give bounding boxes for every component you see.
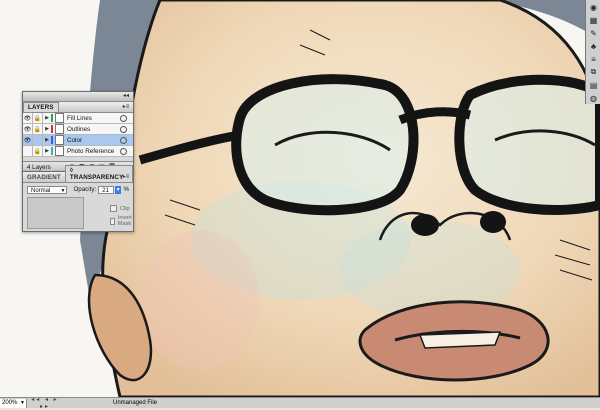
opacity-mask-preview[interactable] xyxy=(27,197,84,229)
disclosure-triangle-icon[interactable]: ▶ xyxy=(43,115,51,121)
layer-name: Photo Reference xyxy=(67,147,115,155)
swatches-icon[interactable]: ▦ xyxy=(587,14,600,26)
disclosure-triangle-icon[interactable]: ▶ xyxy=(43,148,51,154)
align-icon[interactable]: ▤ xyxy=(587,79,600,91)
layer-thumbnail xyxy=(55,113,64,123)
document-status: Unmanaged File xyxy=(113,400,158,406)
transparency-panel: GRADIENT ◊ TRANSPARENCY ▸≡ Normal ▼ Opac… xyxy=(22,165,134,232)
checkbox-icon xyxy=(110,205,117,212)
blend-row: Normal ▼ Opacity: 21 ▼ % xyxy=(23,183,133,196)
invert-mask-label: Invert Mask xyxy=(117,215,132,227)
layer-row-fill-lines[interactable]: 👁 🔒 ▶ Fill Lines xyxy=(23,113,133,124)
layer-thumbnail xyxy=(55,135,64,145)
layer-color xyxy=(51,136,53,144)
target-circle-icon[interactable] xyxy=(120,136,127,144)
symbols-icon[interactable]: ♣ xyxy=(587,40,600,52)
layer-color xyxy=(51,114,53,122)
disclosure-triangle-icon[interactable]: ▶ xyxy=(43,137,51,143)
layers-panel-titlebar[interactable]: ◂◂ xyxy=(23,92,133,102)
layers-list: 👁 🔒 ▶ Fill Lines 👁 🔒 ▶ Outlines 👁 ▶ Colo… xyxy=(23,113,133,157)
blend-mode-select[interactable]: Normal ▼ xyxy=(27,185,68,194)
target-circle-icon[interactable] xyxy=(120,114,127,122)
layer-row-photo-reference[interactable]: 🔒 ▶ Photo Reference xyxy=(23,146,133,157)
panel-menu-icon[interactable]: ▸≡ xyxy=(121,104,131,111)
invert-mask-checkbox[interactable]: Invert Mask xyxy=(110,215,134,227)
eye-icon[interactable]: 👁 xyxy=(23,113,33,123)
layer-color xyxy=(51,125,53,133)
collapse-icon[interactable]: ◂◂ xyxy=(121,93,131,100)
eye-slot[interactable] xyxy=(23,146,33,156)
clip-label: Clip xyxy=(120,205,130,212)
blend-mode-value: Normal xyxy=(31,187,51,194)
panel-menu-icon[interactable]: ▸≡ xyxy=(121,174,131,181)
appearance-icon[interactable]: ◍ xyxy=(587,92,600,104)
layer-name: Fill Lines xyxy=(67,114,92,122)
layer-thumbnail xyxy=(55,124,64,134)
eye-icon[interactable]: 👁 xyxy=(23,124,33,134)
lock-slot[interactable] xyxy=(33,135,43,145)
layer-row-color[interactable]: 👁 ▶ Color xyxy=(23,135,133,146)
stroke-icon[interactable]: ≡ xyxy=(587,53,600,65)
lock-icon[interactable]: 🔒 xyxy=(33,124,43,134)
checkbox-icon xyxy=(110,217,115,225)
target-circle-icon[interactable] xyxy=(120,147,127,155)
layers-panel: ◂◂ LAYERS ▸≡ 👁 🔒 ▶ Fill Lines 👁 🔒 ▶ Outl… xyxy=(22,91,134,173)
color-wheel-icon[interactable]: ◉ xyxy=(587,1,600,13)
brushes-icon[interactable]: ✎ xyxy=(587,27,600,39)
eye-icon[interactable]: 👁 xyxy=(23,135,33,145)
layer-thumbnail xyxy=(55,146,64,156)
layer-color xyxy=(51,147,53,155)
transparency-tabbar: GRADIENT ◊ TRANSPARENCY ▸≡ xyxy=(23,165,133,183)
layer-row-outlines[interactable]: 👁 🔒 ▶ Outlines xyxy=(23,124,133,135)
layers-tabbar: LAYERS ▸≡ xyxy=(23,102,133,113)
tab-layers[interactable]: LAYERS xyxy=(23,102,59,112)
docked-tools-strip: ◉ ▦ ✎ ♣ ≡ ⧉ ▤ ◍ xyxy=(585,0,600,104)
opacity-label: Opacity: xyxy=(73,186,97,193)
opacity-dropdown-icon[interactable]: ▼ xyxy=(114,185,122,194)
layers-count: 4 Layers xyxy=(27,163,51,171)
opacity-value: 21 xyxy=(102,187,109,194)
layer-name: Color xyxy=(67,136,83,144)
chevron-down-icon: ▼ xyxy=(60,187,66,194)
lock-icon[interactable]: 🔒 xyxy=(33,113,43,123)
artboard-navigation-icon[interactable]: ◂◂ ◂ ▸ ▸▸ xyxy=(27,396,63,410)
disclosure-triangle-icon[interactable]: ▶ xyxy=(43,126,51,132)
pathfinder-icon[interactable]: ⧉ xyxy=(587,66,600,78)
tab-gradient[interactable]: GRADIENT xyxy=(23,173,65,182)
chevron-down-icon: ▼ xyxy=(20,399,25,406)
lock-icon[interactable]: 🔒 xyxy=(33,146,43,156)
zoom-value: 200% xyxy=(2,399,18,406)
clip-checkbox[interactable]: Clip xyxy=(110,205,130,212)
opacity-input[interactable]: 21 xyxy=(98,185,114,194)
opacity-unit: % xyxy=(123,186,129,193)
layer-name: Outlines xyxy=(67,125,91,133)
zoom-select[interactable]: 200% ▼ xyxy=(0,398,27,408)
status-bar: 200% ▼ ◂◂ ◂ ▸ ▸▸ Unmanaged File xyxy=(0,396,600,410)
target-circle-icon[interactable] xyxy=(120,125,127,133)
